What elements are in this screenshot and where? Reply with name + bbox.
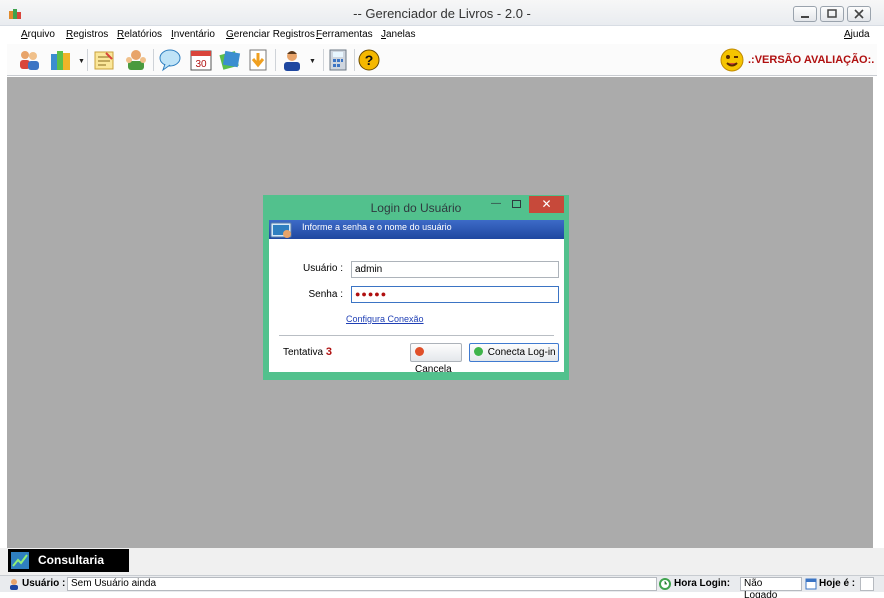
connect-label: Conecta Log-in xyxy=(487,347,556,358)
attempt-label: Tentativa xyxy=(283,347,324,358)
clock-icon xyxy=(659,578,671,590)
window-title: -- Gerenciador de Livros - 2.0 - xyxy=(353,6,531,21)
consult-label: Consultaria xyxy=(38,553,105,567)
menu-ajuda[interactable]: Ajuda xyxy=(844,29,870,40)
cancel-icon xyxy=(415,347,424,356)
svg-text:30: 30 xyxy=(195,59,207,70)
consult-button[interactable]: Consultaria xyxy=(8,549,129,572)
dialog-maximize-button[interactable] xyxy=(512,200,521,208)
toolbar-separator xyxy=(87,49,88,71)
calendar-status-icon xyxy=(805,578,817,590)
login-time-label: Hora Login: xyxy=(674,578,731,589)
status-bar: Usuário : Sem Usuário ainda Hora Login: … xyxy=(0,575,884,598)
users-icon[interactable] xyxy=(17,48,41,72)
cancel-button[interactable]: Cancela xyxy=(410,343,462,375)
menu-registros[interactable]: Registros xyxy=(66,29,108,40)
today-value xyxy=(860,577,874,591)
evaluation-version-label: .:VERSÃO AVALIAÇÃO:. xyxy=(748,54,875,66)
chat-icon[interactable] xyxy=(158,48,182,72)
user-status-icon xyxy=(10,579,18,590)
download-icon[interactable] xyxy=(247,48,271,72)
user-input[interactable]: admin xyxy=(351,261,559,278)
attempt-count: 3 xyxy=(325,346,332,358)
calendar-icon[interactable]: 30 xyxy=(189,48,213,72)
user-label: Usuário : xyxy=(302,263,343,274)
login-dialog: Login do Usuário — ✕ Informe a senha e o… xyxy=(263,195,569,380)
configure-connection-link[interactable]: Configura Conexão xyxy=(346,314,424,324)
register-icon[interactable] xyxy=(92,48,116,72)
today-label: Hoje é : xyxy=(819,578,856,589)
login-time-value: Não Logado xyxy=(740,577,802,598)
attempt-counter: Tentativa 3 xyxy=(283,346,332,358)
menu-arquivo[interactable]: Arquivo xyxy=(21,29,55,40)
menu-janelas[interactable]: Janelas xyxy=(381,29,415,40)
password-label: Senha : xyxy=(308,289,343,300)
menu-inventario[interactable]: Inventário xyxy=(171,29,215,40)
chart-icon xyxy=(11,552,29,569)
smiley-icon xyxy=(720,48,744,72)
toolbar-separator xyxy=(153,49,154,71)
books-icon[interactable] xyxy=(49,48,73,72)
toolbar: ▼ 30 ▼ ? .:VERSÃO AVALIAÇÃO:. xyxy=(7,44,877,76)
login-instruction: Informe a senha e o nome do usuário xyxy=(302,222,452,232)
status-user-label: Usuário : xyxy=(22,578,66,589)
bottom-panel: Consultaria xyxy=(0,548,884,575)
notebook-icon[interactable] xyxy=(218,48,242,72)
maximize-button[interactable] xyxy=(820,6,844,22)
svg-text:?: ? xyxy=(365,52,374,68)
help-icon[interactable]: ? xyxy=(357,48,381,72)
menu-bar: Arquivo Registros Relatórios Inventário … xyxy=(0,26,884,44)
menu-ferramentas[interactable]: Ferramentas xyxy=(316,29,373,40)
dialog-minimize-button[interactable]: — xyxy=(491,198,501,209)
dialog-close-button[interactable]: ✕ xyxy=(529,196,564,213)
cancel-label: Cancela xyxy=(415,364,452,375)
minimize-button[interactable] xyxy=(793,6,817,22)
toolbar-separator xyxy=(354,49,355,71)
menu-relatorios[interactable]: Relatórios xyxy=(117,29,162,40)
menu-gerenciar-registros[interactable]: Gerenciar Registros xyxy=(226,29,315,40)
status-user-value: Sem Usuário ainda xyxy=(67,577,657,591)
toolbar-separator xyxy=(275,49,276,71)
password-input[interactable]: ●●●●● xyxy=(351,286,559,303)
close-button[interactable] xyxy=(847,6,871,22)
calculator-icon[interactable] xyxy=(326,48,350,72)
connect-icon xyxy=(474,347,483,356)
title-bar: -- Gerenciador de Livros - 2.0 - xyxy=(0,0,884,26)
user-icon[interactable] xyxy=(280,48,304,72)
books-dropdown-icon[interactable]: ▼ xyxy=(78,58,85,65)
login-form: Usuário : admin Senha : ●●●●● Configura … xyxy=(269,239,564,375)
people-icon[interactable] xyxy=(124,48,148,72)
connect-login-button[interactable]: Conecta Log-in xyxy=(469,343,559,362)
toolbar-separator xyxy=(323,49,324,71)
user-dropdown-icon[interactable]: ▼ xyxy=(309,58,316,65)
form-divider xyxy=(279,335,554,336)
login-dialog-title: Login do Usuário xyxy=(370,201,462,215)
